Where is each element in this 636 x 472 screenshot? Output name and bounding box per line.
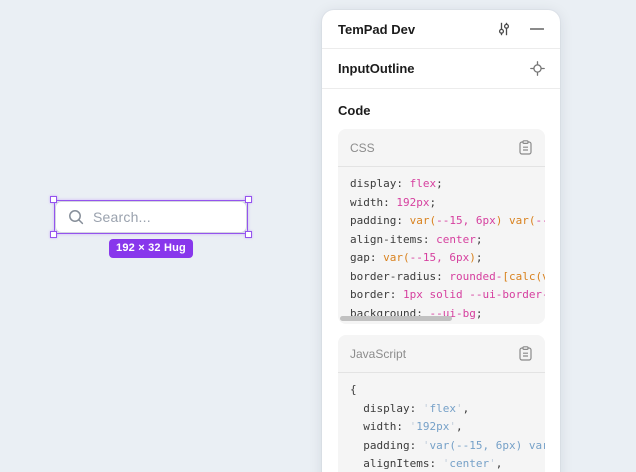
selected-node-name: InputOutline (338, 61, 529, 76)
tempad-dev-panel: TemPad Dev InputOutline (322, 10, 560, 472)
search-input-component[interactable]: Search... 192 × 32 Hug (55, 201, 247, 233)
javascript-block-header: JavaScript (338, 335, 545, 373)
panel-header: TemPad Dev (322, 10, 560, 49)
copy-icon[interactable] (517, 140, 533, 156)
javascript-code-block: JavaScript { display: 'flex', width: '19… (338, 335, 545, 472)
crosshair-icon[interactable] (529, 61, 545, 77)
search-placeholder: Search... (93, 209, 151, 225)
horizontal-scrollbar[interactable] (340, 316, 452, 321)
sliders-icon[interactable] (496, 21, 512, 37)
selection-handle-top-right[interactable] (245, 196, 252, 203)
code-section: Code CSS display: flex;width: 192px;padd… (322, 89, 560, 472)
code-section-title: Code (338, 103, 545, 118)
css-block-label: CSS (350, 141, 517, 155)
javascript-block-label: JavaScript (350, 347, 517, 361)
css-block-header: CSS (338, 129, 545, 167)
selection-handle-bottom-left[interactable] (50, 231, 57, 238)
css-code[interactable]: display: flex;width: 192px;padding: var(… (338, 167, 545, 324)
figma-canvas: Search... 192 × 32 Hug TemPad Dev (0, 0, 636, 472)
selection-handle-bottom-right[interactable] (245, 231, 252, 238)
selected-node-row: InputOutline (322, 49, 560, 89)
minimize-icon[interactable] (529, 21, 545, 37)
selection-handle-top-left[interactable] (50, 196, 57, 203)
javascript-code[interactable]: { display: 'flex', width: '192px', paddi… (338, 373, 545, 472)
size-badge: 192 × 32 Hug (109, 239, 193, 258)
panel-title: TemPad Dev (338, 22, 496, 37)
search-icon (68, 209, 84, 225)
copy-icon[interactable] (517, 346, 533, 362)
css-code-block: CSS display: flex;width: 192px;padding: … (338, 129, 545, 324)
search-input[interactable]: Search... (55, 201, 247, 233)
